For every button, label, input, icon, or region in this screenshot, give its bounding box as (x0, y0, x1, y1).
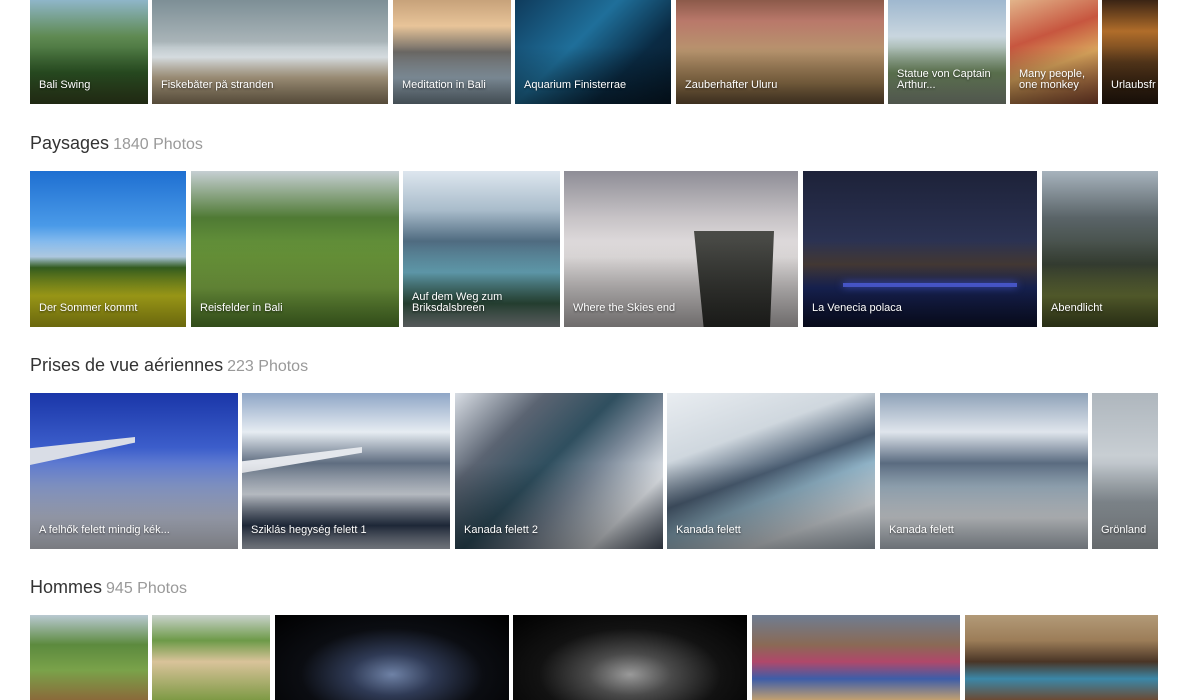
caption-shade (242, 463, 450, 549)
caption-shade (30, 46, 148, 104)
photo-caption: La Venecia polaca (812, 303, 902, 314)
caption-shade (30, 241, 186, 327)
photo-tile[interactable] (30, 615, 148, 700)
photo-caption: Aquarium Finisterrae (524, 80, 627, 91)
caption-shade (191, 241, 399, 327)
photo-count: 945 Photos (106, 580, 187, 597)
photo-tile[interactable]: A felhők felett mindig kék... (30, 393, 238, 549)
photo-tile[interactable]: Reisfelder in Bali (191, 171, 399, 327)
caption-shade (30, 463, 238, 549)
photo-caption: A felhők felett mindig kék... (39, 525, 170, 536)
photo-tile[interactable]: Abendlicht (1042, 171, 1158, 327)
section-heading-hommes: Hommes 945 Photos (30, 577, 187, 598)
photo-caption: Reisfelder in Bali (200, 303, 283, 314)
photo-caption: Statue von Captain Arthur... (897, 69, 991, 91)
caption-shade (515, 46, 671, 104)
photo-caption: Auf dem Weg zum Briksdalsbreen (412, 292, 503, 314)
gallery-row-top: Bali Swing Fiskebåter på stranden Medita… (30, 0, 1158, 104)
photo-caption: Bali Swing (39, 80, 91, 91)
photo-caption: Where the Skies end (573, 303, 676, 314)
section-title[interactable]: Hommes (30, 577, 102, 597)
photo-tile[interactable]: Sziklás hegység felett 1 (242, 393, 450, 549)
photo-tile[interactable]: Where the Skies end (564, 171, 798, 327)
photo-caption: Grönland (1101, 525, 1147, 536)
photo-caption: Der Sommer kommt (39, 303, 138, 314)
caption-shade (803, 241, 1037, 327)
photo-tile[interactable]: Meditation in Bali (393, 0, 511, 104)
caption-shade (393, 46, 511, 104)
caption-shade (676, 46, 884, 104)
photo-tile[interactable]: Many people, one monkey (1010, 0, 1098, 104)
photo-tile[interactable]: Bali Swing (30, 0, 148, 104)
photo-caption: Kanada felett (676, 525, 741, 536)
photo-caption: Sziklás hegység felett 1 (251, 525, 367, 536)
photo-count: 223 Photos (227, 358, 309, 375)
photo-tile[interactable]: Kanada felett (667, 393, 875, 549)
photo-caption: Many people, one monkey (1019, 69, 1086, 91)
photo-caption: Zauberhafter Uluru (685, 80, 778, 91)
gallery-row-aeriennes: A felhők felett mindig kék... Sziklás he… (30, 393, 1158, 549)
photo-caption: Meditation in Bali (402, 80, 486, 91)
photo-tile[interactable]: Zauberhafter Uluru (676, 0, 884, 104)
gallery-row-paysages: Der Sommer kommt Reisfelder in Bali Auf … (30, 171, 1158, 327)
caption-shade (455, 463, 663, 549)
caption-shade (152, 46, 388, 104)
caption-shade (667, 463, 875, 549)
wing-shape (30, 437, 135, 465)
caption-shade (403, 241, 560, 327)
caption-shade (1102, 46, 1158, 104)
caption-shade (1092, 463, 1158, 549)
gallery-row-hommes (30, 615, 1158, 700)
photo-tile[interactable]: Statue von Captain Arthur... (888, 0, 1006, 104)
photo-tile[interactable] (752, 615, 960, 700)
photo-tile[interactable]: Fiskebåter på stranden (152, 0, 388, 104)
photo-tile[interactable]: Grönland (1092, 393, 1158, 549)
photo-caption: Abendlicht (1051, 303, 1103, 314)
photo-tile[interactable]: Aquarium Finisterrae (515, 0, 671, 104)
photo-tile[interactable] (152, 615, 270, 700)
photo-tile[interactable]: La Venecia polaca (803, 171, 1037, 327)
section-heading-paysages: Paysages 1840 Photos (30, 133, 203, 154)
photo-tile[interactable] (275, 615, 509, 700)
photo-tile[interactable]: Kanada felett 2 (455, 393, 663, 549)
caption-shade (880, 463, 1088, 549)
photo-caption: Urlaubsfr (1111, 80, 1156, 91)
photo-tile[interactable]: Kanada felett (880, 393, 1088, 549)
photo-tile[interactable] (965, 615, 1158, 700)
photo-tile[interactable]: Urlaubsfr (1102, 0, 1158, 104)
caption-shade (564, 241, 798, 327)
photo-count: 1840 Photos (113, 136, 203, 153)
section-title[interactable]: Prises de vue aériennes (30, 355, 223, 375)
photo-tile[interactable] (513, 615, 747, 700)
section-title[interactable]: Paysages (30, 133, 109, 153)
photo-tile[interactable]: Der Sommer kommt (30, 171, 186, 327)
section-heading-aeriennes: Prises de vue aériennes 223 Photos (30, 355, 308, 376)
caption-shade (1042, 241, 1158, 327)
photo-caption: Fiskebåter på stranden (161, 80, 274, 91)
photo-caption: Kanada felett (889, 525, 954, 536)
photo-caption: Kanada felett 2 (464, 525, 539, 536)
photo-tile[interactable]: Auf dem Weg zum Briksdalsbreen (403, 171, 560, 327)
